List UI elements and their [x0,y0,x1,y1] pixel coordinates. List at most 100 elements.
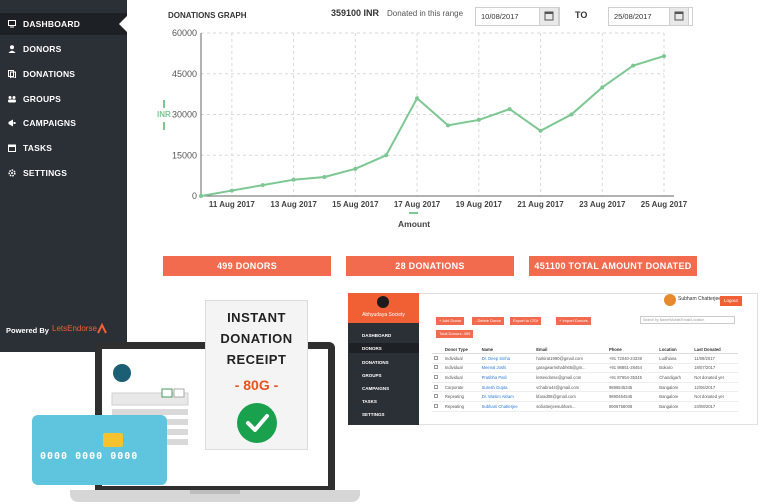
sidebar-item-label: DONATIONS [23,69,76,79]
calendar-icon [544,11,554,21]
sidebar: DASHBOARD DONORS DONATIONS GROUPS CAMPAI… [0,0,127,352]
row-checkbox[interactable] [432,363,443,374]
row-checkbox[interactable] [432,391,443,402]
table-cell: 12/06/2017 [692,382,738,393]
data-point[interactable] [631,63,636,68]
sidebar-item-tasks[interactable]: TASKS [0,137,127,159]
mini-user-name: Subham Chatterjee [678,296,722,302]
brand-name[interactable]: LetsEndorse [52,324,97,333]
sidebar-item-label: GROUPS [23,94,62,104]
megaphone-icon [8,119,16,127]
data-point[interactable] [662,54,666,59]
data-point[interactable] [353,166,358,171]
checkbox[interactable] [434,394,438,399]
x-tick-label: 21 Aug 2017 [517,200,564,209]
mini-logout-button[interactable]: Logout [720,296,742,306]
data-point[interactable] [415,96,420,101]
mini-donor-table: Donor Type Name Email Phone Location Las… [432,345,738,412]
mini-export-csv-button[interactable]: Export to CSV [510,317,542,325]
checkbox[interactable] [434,355,438,360]
mini-import-donors-button[interactable]: + Import Donors [556,317,591,325]
table-row[interactable]: Corporate Suresh Gupta vchabra44@gmail.com… [432,382,738,393]
data-point[interactable] [476,117,481,122]
mini-nav-item[interactable]: SETTINGS [362,412,385,417]
row-checkbox[interactable] [432,382,443,393]
donated-range-text: Donated in this range [387,9,464,18]
checkbox[interactable] [434,403,438,408]
data-point[interactable] [291,177,296,182]
table-cell[interactable]: Meenal Joshi [479,363,535,374]
table-cell[interactable]: Pratibha Patil [479,372,535,383]
sidebar-item-donors[interactable]: DONORS [0,38,127,60]
data-point[interactable] [199,194,203,198]
table-cell[interactable]: Subham Chatterjee [479,401,535,412]
sidebar-item-groups[interactable]: GROUPS [0,88,127,110]
table-cell: 24/08/2017 [692,401,738,412]
checkbox[interactable] [434,374,438,379]
table-cell: Corporate [442,382,480,393]
mini-search-input[interactable]: Search by Name/Mobile/Email/Location [640,316,735,324]
table-row[interactable]: Repeating Subham Chatterjee sciliatterjees… [432,401,738,412]
sidebar-item-dashboard[interactable]: DASHBOARD [0,13,127,35]
data-point[interactable] [229,188,234,193]
table-cell: sciliatterjeesubham... [534,401,607,412]
receipt-line-2: DONATION [220,331,293,346]
stat-total-donated[interactable]: 451100 TOTAL AMOUNT DONATED [529,256,697,276]
table-row[interactable]: Individual Pratibha Patil letsendorse@gmai… [432,372,738,383]
checkbox[interactable] [434,384,438,389]
stat-donors[interactable]: 499 DONORS [163,256,331,276]
table-cell: 18/07/2017 [692,363,738,374]
stat-donations[interactable]: 28 DONATIONS [346,256,514,276]
row-checkbox[interactable] [432,353,443,364]
data-point[interactable] [260,183,265,188]
mini-delete-donor-button[interactable]: - Delete Donor [472,317,505,325]
mini-nav-item[interactable]: DONORS [362,346,382,351]
table-cell: +91 72040-24339 [606,353,658,364]
series-line-amount [200,55,665,197]
mini-nav-item[interactable]: CAMPAIGNS [362,386,389,391]
data-point[interactable] [507,107,512,112]
table-cell: Bangalore [657,391,693,402]
data-point[interactable] [384,153,389,158]
credit-card-illustration [32,415,167,485]
x-tick-label: 17 Aug 2017 [394,200,441,209]
data-point[interactable] [445,123,450,128]
legend-marker [409,212,418,214]
table-cell: Bangalore [657,401,693,412]
x-tick-label: 25 Aug 2017 [641,200,688,209]
data-point[interactable] [600,85,605,90]
letsendorse-logo-icon [96,322,108,334]
table-row[interactable]: Individual Meenal Joshi garagwarrishabh65@… [432,363,738,374]
mini-add-donor-button[interactable]: + Add Donor [436,317,465,325]
table-cell[interactable]: Dr. Deep Sinha [479,353,535,364]
table-cell: Not donated yet [692,372,738,383]
mini-nav-item[interactable]: DONATIONS [362,360,389,365]
table-cell: Bangalore [657,382,693,393]
receipt-line-3: RECEIPT [226,352,287,367]
table-row[interactable]: Individual Dr. Deep Sinha harkirat1990@gma… [432,353,738,364]
mini-nav-item[interactable]: GROUPS [362,373,382,378]
data-point[interactable] [322,174,327,179]
monitor-icon [8,20,16,28]
mini-nav-item[interactable]: TASKS [362,399,377,404]
table-cell[interactable]: Suresh Gupta [479,382,535,393]
laptop-notch [190,490,240,494]
card-chip [103,433,123,447]
data-point[interactable] [569,112,574,117]
mini-nav-item[interactable]: DASHBOARD [362,333,391,338]
table-row[interactable]: Repeating Dr. Wasim Akram kfarad08@gmail.c… [432,391,738,402]
data-point[interactable] [538,128,543,133]
row-checkbox[interactable] [432,401,443,412]
sidebar-item-label: SETTINGS [23,168,68,178]
sidebar-item-settings[interactable]: SETTINGS [0,162,127,184]
calendar-icon [8,144,16,152]
table-cell[interactable]: Dr. Wasim Akram [479,391,535,402]
sidebar-item-donations[interactable]: DONATIONS [0,63,127,85]
table-cell: Not donated yet [692,391,738,402]
donations-line-chart: 0 15000 30000 45000 60000 11 Aug 2017 13 Aug 2… [172,28,688,209]
row-checkbox[interactable] [432,372,443,383]
sidebar-item-campaigns[interactable]: CAMPAIGNS [0,112,127,134]
x-tick-label: 15 Aug 2017 [332,200,379,209]
mini-nav-active [349,343,419,353]
checkbox[interactable] [434,365,438,370]
